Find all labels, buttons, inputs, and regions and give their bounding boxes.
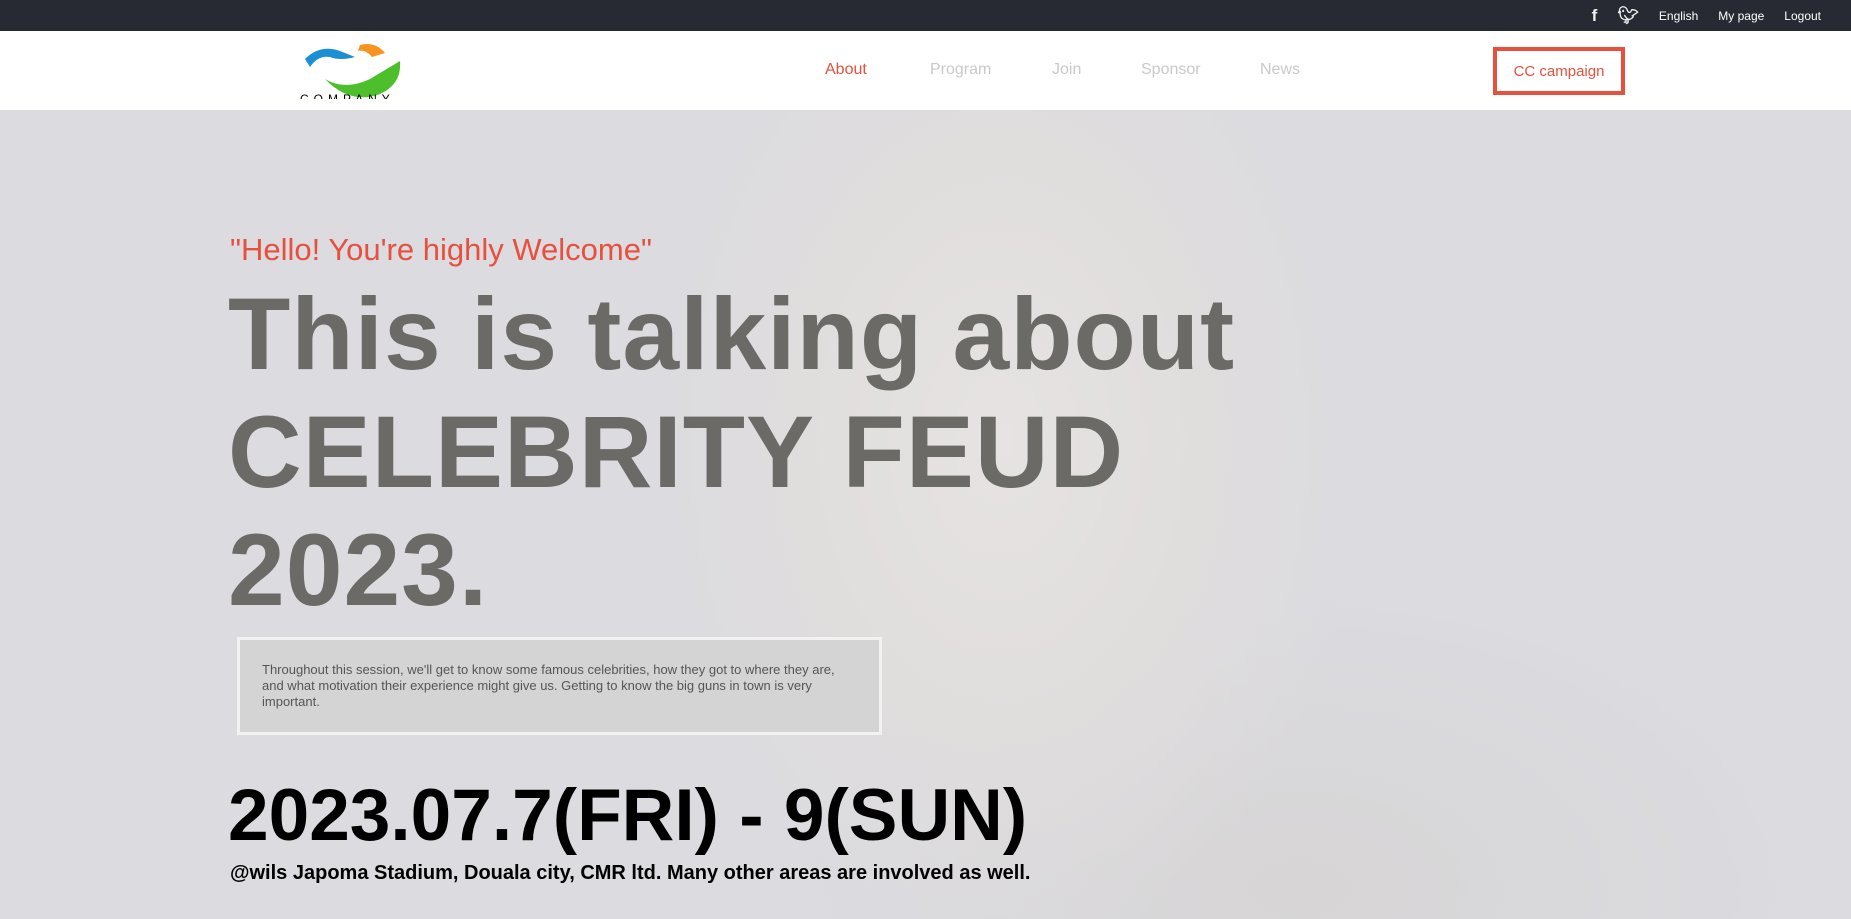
hero-section: "Hello! You're highly Welcome" This is t… [0, 110, 1851, 919]
mypage-link[interactable]: My page [1718, 9, 1764, 23]
description-box: Throughout this session, we'll get to kn… [237, 637, 882, 735]
cc-campaign-button[interactable]: CC campaign [1493, 47, 1625, 95]
svg-text:COMPANY: COMPANY [300, 92, 395, 99]
nav-about[interactable]: About [825, 61, 867, 79]
facebook-icon[interactable]: f [1592, 6, 1598, 26]
nav-sponsor[interactable]: Sponsor [1141, 61, 1201, 79]
welcome-quote: "Hello! You're highly Welcome" [230, 232, 652, 267]
event-date: 2023.07.7(FRI) - 9(SUN) [228, 775, 1028, 856]
top-bar: f 🐦︎ English My page Logout [0, 0, 1851, 31]
header: COMPANY About Program Join Sponsor News … [0, 31, 1851, 110]
nav-program[interactable]: Program [930, 61, 991, 79]
nav-join[interactable]: Join [1052, 61, 1081, 79]
logout-link[interactable]: Logout [1784, 9, 1821, 23]
language-link[interactable]: English [1659, 9, 1698, 23]
headline-line-1: This is talking about [228, 277, 1236, 391]
company-logo[interactable]: COMPANY [300, 39, 418, 99]
headline-line-3: 2023. [228, 513, 489, 627]
headline-line-2: CELEBRITY FEUD [228, 395, 1125, 509]
event-venue: @wils Japoma Stadium, Douala city, CMR l… [230, 862, 1031, 884]
twitter-icon[interactable]: 🐦︎ [1617, 6, 1639, 26]
nav-news[interactable]: News [1260, 61, 1300, 79]
